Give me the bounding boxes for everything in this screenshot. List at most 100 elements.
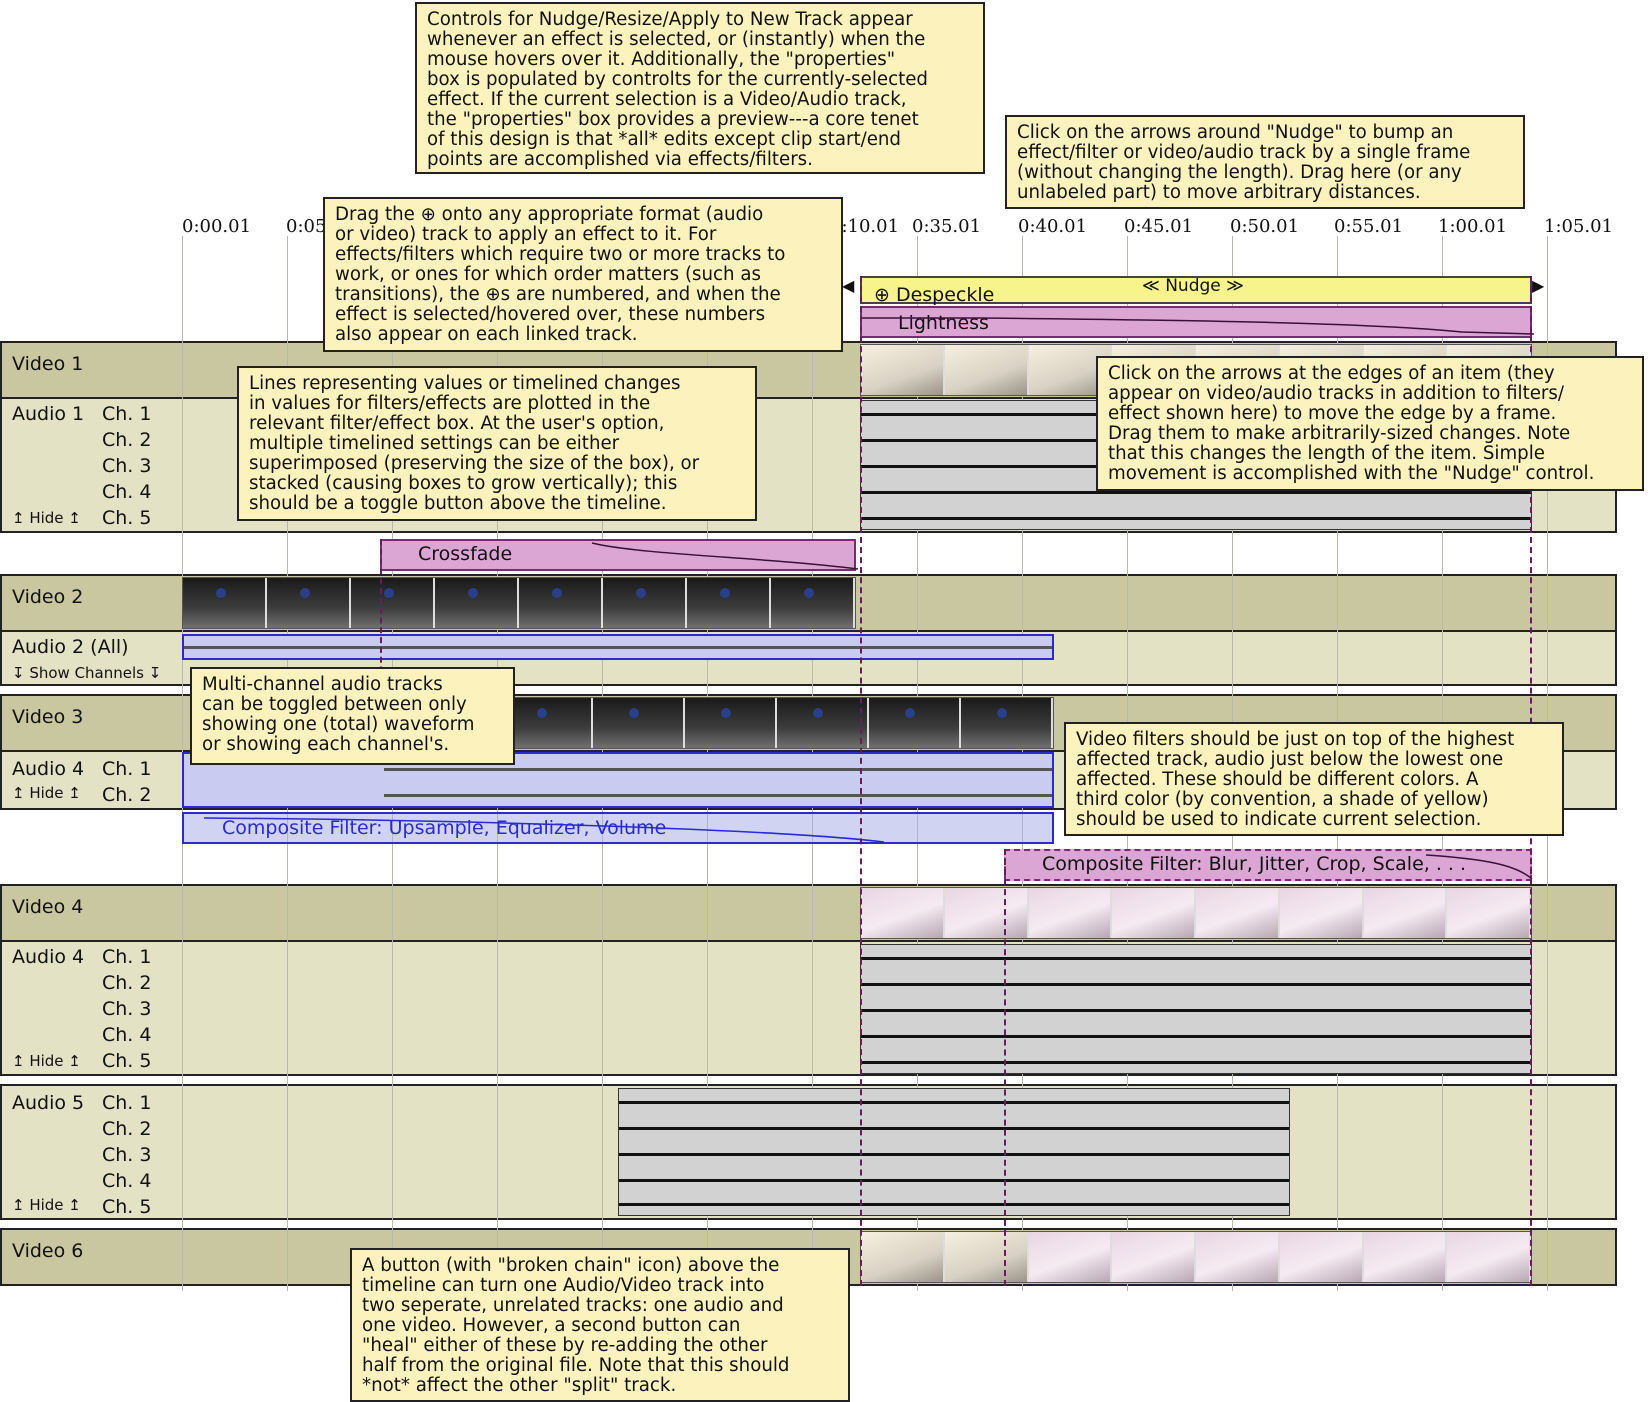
video-composite-filter[interactable]: Composite Filter: Blur, Jitter, Crop, Sc… [1004, 849, 1533, 881]
waveform [861, 491, 1531, 494]
audio-composite-curve [203, 817, 885, 843]
channel-label: Ch. 2 [102, 429, 152, 451]
clip-frame [1279, 888, 1364, 938]
track-name: Video 2 [12, 586, 84, 608]
ruler-label: 0:40.01 [1018, 216, 1088, 237]
composite-link-line [1004, 849, 1006, 1286]
ruler-label: 0:50.01 [1230, 216, 1300, 237]
lightness-filter[interactable]: Lightness [860, 306, 1534, 338]
audio-4-clip[interactable] [860, 944, 1532, 1074]
clip-frame [1112, 888, 1196, 938]
channel-label: Ch. 2 [102, 972, 152, 994]
note-placement: Video filters should be just on top of t… [1064, 722, 1564, 836]
hide-channels-toggle[interactable]: ↥ Hide ↥ [12, 784, 81, 802]
clip-frame [944, 345, 1029, 395]
track-name: Video 6 [12, 1240, 84, 1262]
channel-label: Ch. 5 [102, 1196, 152, 1218]
clip-frame [1363, 1232, 1448, 1282]
clip-frame [861, 345, 945, 395]
track-name: Audio 4 [12, 946, 85, 968]
clip-frame [687, 578, 771, 628]
waveform [619, 1179, 1289, 1182]
clip-frame [351, 578, 435, 628]
clip-frame [1447, 1232, 1531, 1282]
waveform [861, 1009, 1531, 1012]
track-name: Video 4 [12, 896, 84, 918]
channel-label: Ch. 1 [102, 1092, 152, 1114]
channel-label: Ch. 2 [102, 784, 152, 806]
hide-channels-toggle[interactable]: ↥ Hide ↥ [12, 1052, 81, 1070]
nudge-label[interactable]: ≪ Nudge ≫ [1142, 276, 1244, 296]
waveform [861, 1035, 1531, 1038]
waveform [861, 1061, 1531, 1064]
ruler-label: 0:35.01 [912, 216, 982, 237]
hide-channels-toggle[interactable]: ↥ Hide ↥ [12, 509, 81, 527]
clip-frame [593, 698, 685, 748]
clip-frame [944, 1232, 1029, 1282]
channel-label: Ch. 3 [102, 1144, 152, 1166]
video-composite-curve [1425, 854, 1533, 880]
clip-frame [435, 578, 519, 628]
clip-frame [961, 698, 1053, 748]
video-2-clip[interactable] [182, 577, 856, 629]
channel-label: Ch. 2 [102, 1118, 152, 1140]
track-name: Audio 5 [12, 1092, 85, 1114]
clip-frame [861, 1232, 945, 1282]
channel-label: Ch. 4 [102, 1024, 152, 1046]
audio-5-clip[interactable] [618, 1088, 1290, 1216]
hide-channels-toggle[interactable]: ↥ Hide ↥ [12, 1196, 81, 1214]
track-name: Audio 1 [12, 403, 85, 425]
video-6-clip[interactable] [860, 1231, 1532, 1283]
note-lines: Lines representing values or timelined c… [237, 366, 757, 521]
channel-label: Ch. 3 [102, 998, 152, 1020]
clip-frame [1363, 888, 1448, 938]
clip-frame [944, 888, 1029, 938]
waveform [619, 1101, 1289, 1104]
clip-frame [771, 578, 855, 628]
waveform [619, 1153, 1289, 1156]
clip-frame [183, 578, 267, 628]
clip-frame [861, 888, 945, 938]
ruler-label: 0:45.01 [1124, 216, 1194, 237]
selection-link-line [860, 276, 862, 1286]
channel-label: Ch. 5 [102, 507, 152, 529]
nudge-bar[interactable]: ≪ Nudge ≫ ⊕ Despeckle [860, 276, 1532, 306]
nudge-right-arrow-icon[interactable]: ▶ [1532, 276, 1544, 295]
clip-frame [869, 698, 961, 748]
channel-label: Ch. 4 [102, 481, 152, 503]
waveform [184, 646, 1052, 649]
nudge-left-arrow-icon[interactable]: ◀ [842, 276, 854, 295]
track-name: Video 3 [12, 706, 84, 728]
clip-frame [603, 578, 687, 628]
note-multichannel: Multi-channel audio tracks can be toggle… [190, 667, 515, 765]
clip-frame [1447, 888, 1531, 938]
video-3-clip[interactable] [500, 697, 1054, 749]
channel-label: Ch. 1 [102, 758, 152, 780]
lightness-curve [862, 317, 1534, 335]
crossfade-filter[interactable]: Crossfade [380, 539, 858, 571]
crossfade-curve [591, 542, 858, 570]
note-drag: Drag the ⊕ onto any appropriate format (… [323, 197, 843, 352]
audio-composite-filter[interactable]: Composite Filter: Upsample, Equalizer, V… [182, 812, 1054, 844]
note-chain: A button (with "broken chain" icon) abov… [350, 1248, 850, 1402]
clip-frame [777, 698, 869, 748]
track-name: Audio 2 (All) [12, 636, 129, 658]
clip-frame [685, 698, 777, 748]
despeckle-label[interactable]: ⊕ Despeckle [874, 284, 994, 306]
clip-frame [1028, 888, 1113, 938]
show-channels-toggle[interactable]: ↧ Show Channels ↧ [12, 664, 161, 682]
clip-frame [1112, 1232, 1196, 1282]
ruler-label: 0:00.01 [182, 216, 252, 237]
audio-2-clip[interactable] [182, 634, 1054, 660]
channel-label: Ch. 4 [102, 1170, 152, 1192]
ruler-label: 1:05.01 [1544, 216, 1614, 237]
video-4-clip[interactable] [860, 887, 1532, 939]
channel-label: Ch. 1 [102, 403, 152, 425]
track-name: Audio 4 [12, 758, 85, 780]
waveform [384, 768, 1052, 771]
channel-label: Ch. 3 [102, 455, 152, 477]
note-nudge: Click on the arrows around "Nudge" to bu… [1005, 115, 1525, 209]
clip-frame [519, 578, 603, 628]
track-name: Video 1 [12, 353, 84, 375]
clip-frame [1028, 1232, 1113, 1282]
